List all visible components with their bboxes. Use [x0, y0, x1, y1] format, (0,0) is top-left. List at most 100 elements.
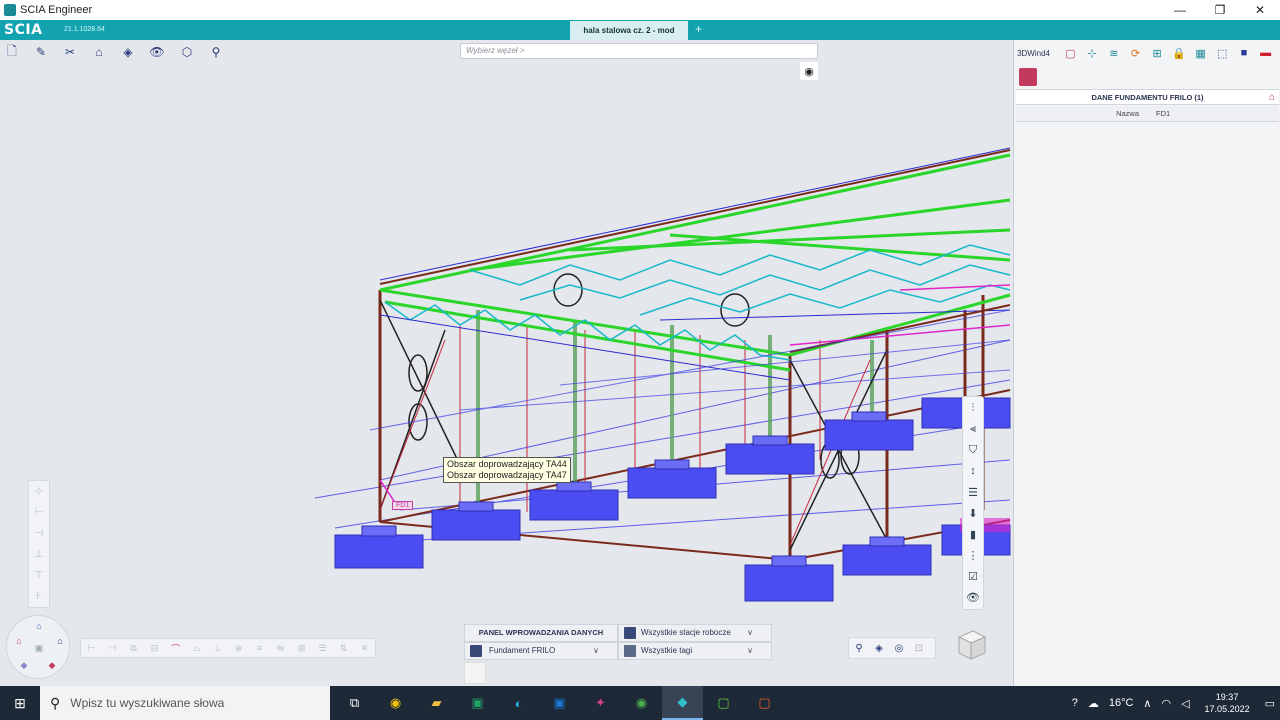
task-view-icon[interactable]: ⧉ — [334, 686, 375, 720]
file-explorer-icon[interactable]: ▰ — [416, 686, 457, 720]
foundation-preview[interactable] — [464, 662, 486, 684]
wheel-bottom-right-icon[interactable]: ◆ — [45, 658, 59, 672]
layers-icon[interactable]: ☰ — [963, 482, 983, 502]
load-icon[interactable]: ⬇ — [963, 503, 983, 523]
tool-3-icon[interactable]: ⊣ — [29, 523, 49, 544]
notifications-icon[interactable]: ▭ — [1265, 697, 1275, 710]
help-icon[interactable]: ? — [1072, 697, 1078, 709]
view-eye-icon[interactable]: 👁 — [148, 43, 166, 61]
view-cube[interactable] — [953, 627, 989, 663]
align-1-icon[interactable]: ⊢ — [83, 639, 100, 657]
tool-4-icon[interactable]: ⊥ — [29, 544, 49, 565]
link-icon[interactable]: ⟂ — [209, 639, 226, 657]
export-icon[interactable]: ⬚ — [1213, 43, 1232, 63]
arch-icon[interactable]: ⌒ — [167, 639, 184, 657]
delete-line-icon[interactable]: ⊟ — [146, 639, 163, 657]
grid-icon[interactable]: ⋮ — [963, 545, 983, 565]
camtasia-icon[interactable]: ▢ — [703, 686, 744, 720]
foundation-select[interactable]: Fundament FRILO ∨ — [464, 642, 618, 660]
structure-icon[interactable]: ⌂ — [90, 43, 108, 61]
tool-1-icon[interactable]: ⊹ — [29, 481, 49, 502]
table-icon[interactable]: ⊞ — [293, 639, 310, 657]
scia-taskbar-icon[interactable]: ◆ — [662, 686, 703, 720]
navigation-wheel[interactable]: ⌂ ⌂ ⌂ ▣ ◆ ◆ — [6, 615, 70, 679]
snap-icon[interactable]: ⊕ — [230, 639, 247, 657]
tree-icon[interactable]: ⊞ — [1148, 43, 1167, 63]
tool-5-icon[interactable]: ⊤ — [29, 565, 49, 586]
recorder-icon[interactable]: ▢ — [744, 686, 785, 720]
frame-icon[interactable]: ▢ — [1061, 43, 1080, 63]
property-row[interactable]: Nazwa FD1 — [1016, 106, 1279, 122]
tool-6-icon[interactable]: ⊦ — [29, 586, 49, 607]
excel-icon[interactable]: ▣ — [457, 686, 498, 720]
tray-chevron-icon[interactable]: ∧ — [1143, 697, 1151, 710]
align-2-icon[interactable]: ⊣ — [104, 639, 121, 657]
pl-flag-icon[interactable]: ▬ — [1256, 43, 1275, 63]
render-icon[interactable]: ◎ — [889, 638, 909, 658]
visibility-icon[interactable]: 👁 — [963, 587, 983, 607]
lock-icon[interactable]: 🔒 — [1169, 43, 1188, 63]
property-value[interactable]: FD1 — [1156, 106, 1170, 122]
section-view-icon[interactable]: ⫶ — [963, 398, 983, 418]
restore-button[interactable]: ❐ — [1200, 0, 1240, 20]
shape-icon[interactable]: ⌓ — [188, 639, 205, 657]
pin-icon[interactable]: ⊹ — [1083, 43, 1102, 63]
wheel-top-icon[interactable]: ⌂ — [32, 619, 46, 633]
windows-start-icon[interactable]: ⊞ — [0, 686, 40, 720]
project-tab[interactable]: hala stalowa cz. 2 - mod — [570, 21, 688, 40]
tiles-icon[interactable]: ▦ — [1191, 43, 1210, 63]
cube-view-icon[interactable]: ◈ — [869, 638, 889, 658]
edge-icon[interactable]: ◐ — [498, 686, 539, 720]
add-tab-button[interactable]: + — [695, 22, 702, 36]
zoom-icon[interactable]: ⚲ — [849, 638, 869, 658]
taskbar-search[interactable]: ⚲ Wpisz tu wyszukiwane słowa — [40, 686, 330, 720]
profile-icon[interactable]: ⫷ — [963, 419, 983, 439]
3d-viewport[interactable]: 🗋 ✎ ✂ ⌂ ◈ 👁 ⬡ ⚲ Wybierz węzeł > ◉ Obszar… — [0, 40, 1013, 686]
clock[interactable]: 19:37 17.05.2022 — [1205, 691, 1250, 715]
support-icon[interactable]: ⛉ — [963, 440, 983, 460]
foundation-label[interactable]: FD1 — [392, 501, 414, 510]
temperature[interactable]: 16°C — [1109, 697, 1134, 709]
volume-icon[interactable]: ◁ — [1181, 697, 1189, 710]
view-options-icon[interactable]: ◉ — [800, 62, 818, 80]
tags-select[interactable]: Wszystkie tagi ∨ — [618, 642, 772, 660]
edit-icon[interactable]: ✎ — [32, 43, 50, 61]
check-icon[interactable]: ☑ — [963, 566, 983, 586]
app-icon[interactable]: ✦ — [580, 686, 621, 720]
stack-icon[interactable]: ≡ — [251, 639, 268, 657]
model-cube-icon[interactable]: ◈ — [119, 43, 137, 61]
preset-label[interactable]: 3DWind4 — [1017, 43, 1050, 63]
bottom-toolbar: ⊢ ⊣ ⧉ ⊟ ⌒ ⌓ ⟂ ⊕ ≡ ⇋ ⊞ ☰ ⇅ ✕ — [80, 638, 376, 658]
chevron-down-icon: ∨ — [747, 646, 753, 655]
new-file-icon[interactable]: 🗋 — [3, 43, 21, 61]
member-icon[interactable]: ▮ — [963, 524, 983, 544]
chrome-icon[interactable]: ◉ — [375, 686, 416, 720]
refresh-icon[interactable]: ⟳ — [1126, 43, 1145, 63]
home-icon[interactable]: ⌂ — [1269, 90, 1275, 105]
chrome-profile-icon[interactable]: ◉ — [621, 686, 662, 720]
minimize-button[interactable]: — — [1160, 0, 1200, 20]
wheel-right-icon[interactable]: ⌂ — [53, 634, 67, 648]
close-button[interactable]: ✕ — [1240, 0, 1280, 20]
foundation-properties-icon[interactable] — [1019, 68, 1037, 86]
wheel-left-icon[interactable]: ⌂ — [12, 634, 26, 648]
node-search-input[interactable]: Wybierz węzeł > — [460, 43, 818, 59]
package-icon[interactable]: ⬡ — [178, 43, 196, 61]
cancel-icon[interactable]: ✕ — [356, 639, 373, 657]
wave-icon[interactable]: ≋ — [1104, 43, 1123, 63]
wifi-icon[interactable]: ◠ — [1161, 697, 1171, 710]
copy-icon[interactable]: ⧉ — [125, 639, 142, 657]
search-model-icon[interactable]: ⚲ — [207, 43, 225, 61]
list-icon[interactable]: ☰ — [314, 639, 331, 657]
move-icon[interactable]: ↕ — [963, 461, 983, 481]
mirror-icon[interactable]: ⇋ — [272, 639, 289, 657]
workstations-select[interactable]: Wszystkie stacje robocze ∨ — [618, 624, 772, 642]
tool-2-icon[interactable]: ⊢ — [29, 502, 49, 523]
tools-icon[interactable]: ✂ — [61, 43, 79, 61]
wheel-center-icon[interactable]: ▣ — [32, 641, 46, 655]
eu-flag-icon[interactable]: ■ — [1235, 43, 1254, 63]
wheel-bottom-left-icon[interactable]: ◆ — [17, 658, 31, 672]
flip-icon[interactable]: ⇅ — [335, 639, 352, 657]
outlook-icon[interactable]: ▣ — [539, 686, 580, 720]
fit-icon[interactable]: ⊡ — [909, 638, 929, 658]
